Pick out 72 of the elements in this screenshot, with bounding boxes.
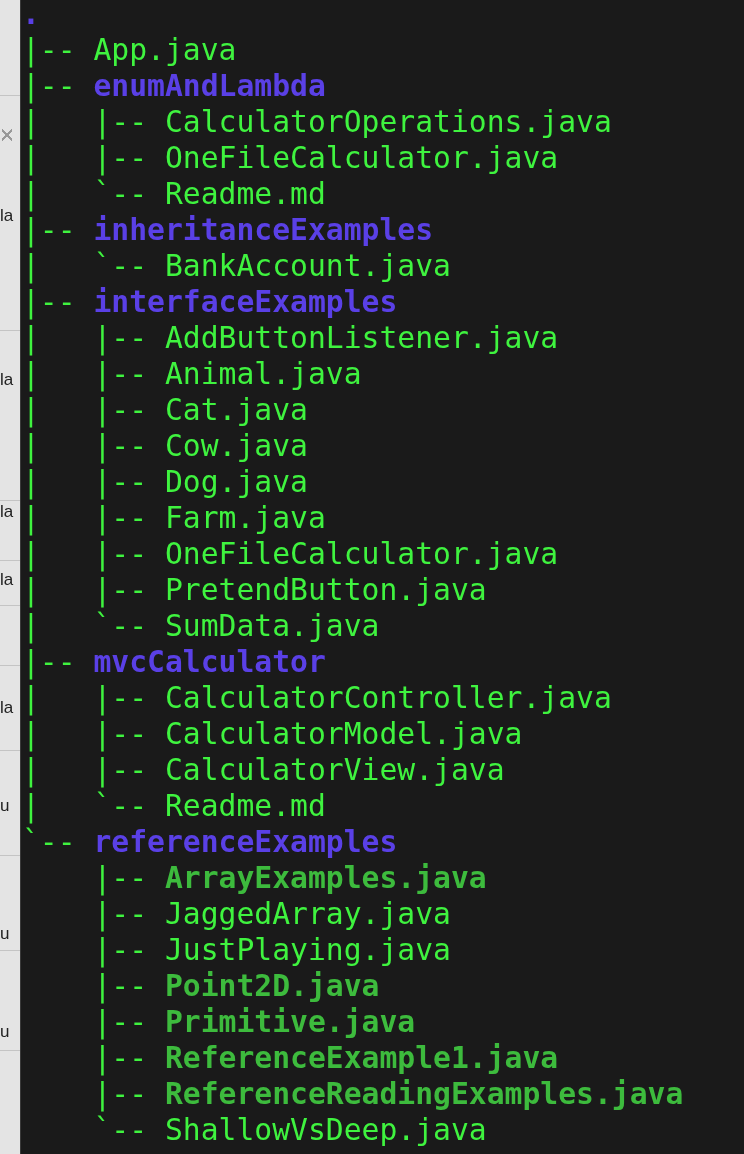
file-name: SumData.java — [165, 608, 380, 643]
tree-connector: |-- — [92, 932, 149, 967]
folder-name: referenceExamples — [93, 824, 398, 859]
tree-connector: | |-- — [22, 536, 149, 571]
folder-name: enumAndLambda — [93, 68, 326, 103]
file-name: OneFileCalculator.java — [165, 140, 559, 175]
file-name: Point2D.java — [165, 968, 380, 1003]
tree-connector: |-- — [92, 968, 149, 1003]
partial-text: u — [0, 1022, 10, 1042]
partial-text: la — [0, 206, 14, 226]
file-name: JustPlaying.java — [165, 932, 451, 967]
tree-connector: |-- — [92, 1076, 149, 1111]
partial-text: la — [0, 502, 14, 522]
file-name: Readme.md — [165, 176, 326, 211]
partial-text: la — [0, 570, 14, 590]
tree-connector: | |-- — [22, 500, 149, 535]
file-name: Animal.java — [165, 356, 362, 391]
file-name: OneFileCalculator.java — [165, 536, 559, 571]
tree-connector: |-- — [92, 1004, 149, 1039]
close-icon[interactable] — [2, 128, 12, 142]
tree-connector: |-- — [22, 644, 77, 679]
tree-connector: | |-- — [22, 356, 149, 391]
tree-connector: |-- — [22, 284, 77, 319]
file-name: AddButtonListener.java — [165, 320, 559, 355]
file-name: ShallowVsDeep.java — [165, 1112, 487, 1147]
file-name: BankAccount.java — [165, 248, 451, 283]
partial-text: u — [0, 796, 10, 816]
file-name: ReferenceReadingExamples.java — [165, 1076, 684, 1111]
tree-connector: |-- — [92, 896, 149, 931]
file-name: Primitive.java — [165, 1004, 416, 1039]
file-name: PretendButton.java — [165, 572, 487, 607]
tree-connector: `-- — [22, 824, 77, 859]
tree-connector: | |-- — [22, 572, 149, 607]
tree-connector: | `-- — [22, 176, 149, 211]
tree-connector: | |-- — [22, 428, 149, 463]
file-name: ArrayExamples.java — [165, 860, 487, 895]
tree-connector: |-- — [22, 212, 77, 247]
file-name: CalculatorController.java — [165, 680, 612, 715]
tree-connector: | |-- — [22, 392, 149, 427]
folder-name: inheritanceExamples — [93, 212, 434, 247]
file-name: CalculatorView.java — [165, 752, 505, 787]
file-name: Readme.md — [165, 788, 326, 823]
file-name: ReferenceExample1.java — [165, 1040, 559, 1075]
tree-connector: |-- — [22, 68, 77, 103]
folder-name: mvcCalculator — [93, 644, 326, 679]
file-name: Dog.java — [165, 464, 308, 499]
tree-connector: | |-- — [22, 464, 149, 499]
file-name: Farm.java — [165, 500, 326, 535]
file-name: Cow.java — [165, 428, 308, 463]
tree-connector: | |-- — [22, 320, 149, 355]
tree-connector: |-- — [92, 1040, 149, 1075]
partial-text: u — [0, 924, 10, 944]
tree-connector: |-- — [22, 32, 77, 67]
tree-connector: | |-- — [22, 680, 149, 715]
tree-connector: | `-- — [22, 788, 149, 823]
folder-name: interfaceExamples — [93, 284, 398, 319]
tree-connector: | `-- — [22, 608, 149, 643]
file-name: JaggedArray.java — [165, 896, 451, 931]
tree-connector: | |-- — [22, 752, 149, 787]
tree-connector: | |-- — [22, 716, 149, 751]
tree-connector: | |-- — [22, 140, 149, 175]
root-folder-name: . — [22, 0, 40, 31]
tree-connector: `-- — [92, 1112, 149, 1147]
file-name: App.java — [93, 32, 237, 67]
tree-connector: | |-- — [22, 104, 149, 139]
file-name: CalculatorModel.java — [165, 716, 523, 751]
tree-connector: | `-- — [22, 248, 149, 283]
file-name: CalculatorOperations.java — [165, 104, 612, 139]
partial-text: la — [0, 370, 14, 390]
tree-connector: |-- — [92, 860, 149, 895]
file-name: Cat.java — [165, 392, 308, 427]
partial-text: la — [0, 698, 14, 718]
